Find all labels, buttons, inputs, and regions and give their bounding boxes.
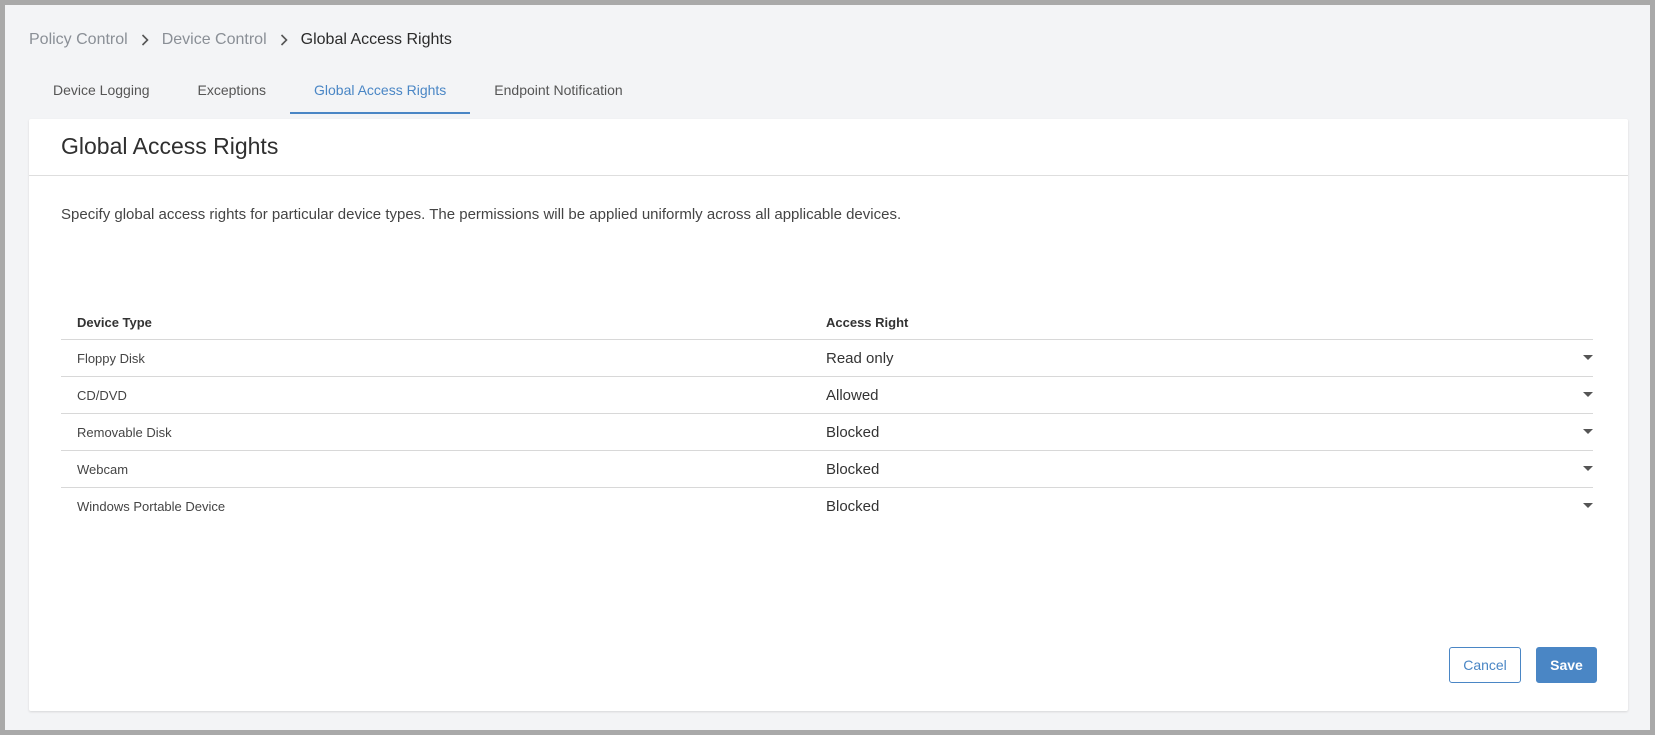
access-right-value: Blocked <box>826 497 880 515</box>
card-description: Specify global access rights for particu… <box>61 206 902 223</box>
cancel-button[interactable]: Cancel <box>1449 647 1521 683</box>
device-type-cell: Windows Portable Device <box>77 498 226 514</box>
breadcrumb-item-device-control[interactable]: Device Control <box>162 31 267 49</box>
table-row: Windows Portable Device Blocked <box>61 488 1593 524</box>
global-access-rights-card: Global Access Rights Specify global acce… <box>29 119 1628 711</box>
caret-down-icon[interactable] <box>1583 392 1593 397</box>
tab-exceptions[interactable]: Exceptions <box>174 71 290 114</box>
app-frame: Policy Control Device Control Global Acc… <box>5 5 1650 730</box>
access-rights-table: Device Type Access Right Floppy Disk Rea… <box>61 302 1593 524</box>
chevron-right-icon <box>267 34 301 46</box>
table-row: Floppy Disk Read only <box>61 340 1593 377</box>
breadcrumb: Policy Control Device Control Global Acc… <box>29 29 452 51</box>
access-right-select[interactable]: Read only <box>826 340 1593 376</box>
caret-down-icon[interactable] <box>1583 429 1593 434</box>
access-right-value: Allowed <box>826 386 879 404</box>
breadcrumb-item-current: Global Access Rights <box>300 31 452 48</box>
chevron-right-icon <box>128 34 162 46</box>
device-type-cell: Webcam <box>77 461 129 477</box>
column-header-access-right: Access Right <box>826 315 909 330</box>
table-header: Device Type Access Right <box>61 302 1593 340</box>
column-header-device-type: Device Type <box>77 315 152 330</box>
access-right-select[interactable]: Blocked <box>826 488 1593 524</box>
breadcrumb-item-policy-control[interactable]: Policy Control <box>29 31 128 49</box>
access-right-value: Read only <box>826 349 894 367</box>
access-right-select[interactable]: Blocked <box>826 451 1593 487</box>
caret-down-icon[interactable] <box>1583 466 1593 471</box>
tab-device-logging[interactable]: Device Logging <box>29 71 174 114</box>
tab-endpoint-notification[interactable]: Endpoint Notification <box>470 71 646 114</box>
access-right-value: Blocked <box>826 423 880 441</box>
caret-down-icon[interactable] <box>1583 355 1593 360</box>
device-type-cell: Floppy Disk <box>77 350 145 366</box>
divider <box>29 175 1628 176</box>
table-row: CD/DVD Allowed <box>61 377 1593 414</box>
caret-down-icon[interactable] <box>1583 503 1593 508</box>
tab-bar: Device Logging Exceptions Global Access … <box>29 71 647 116</box>
save-button[interactable]: Save <box>1536 647 1597 683</box>
access-right-select[interactable]: Blocked <box>826 414 1593 450</box>
device-type-cell: Removable Disk <box>77 424 172 440</box>
card-title: Global Access Rights <box>61 133 279 159</box>
device-type-cell: CD/DVD <box>77 387 127 403</box>
access-right-select[interactable]: Allowed <box>826 377 1593 413</box>
tab-global-access-rights[interactable]: Global Access Rights <box>290 71 471 114</box>
table-row: Webcam Blocked <box>61 451 1593 488</box>
table-row: Removable Disk Blocked <box>61 414 1593 451</box>
access-right-value: Blocked <box>826 460 880 478</box>
